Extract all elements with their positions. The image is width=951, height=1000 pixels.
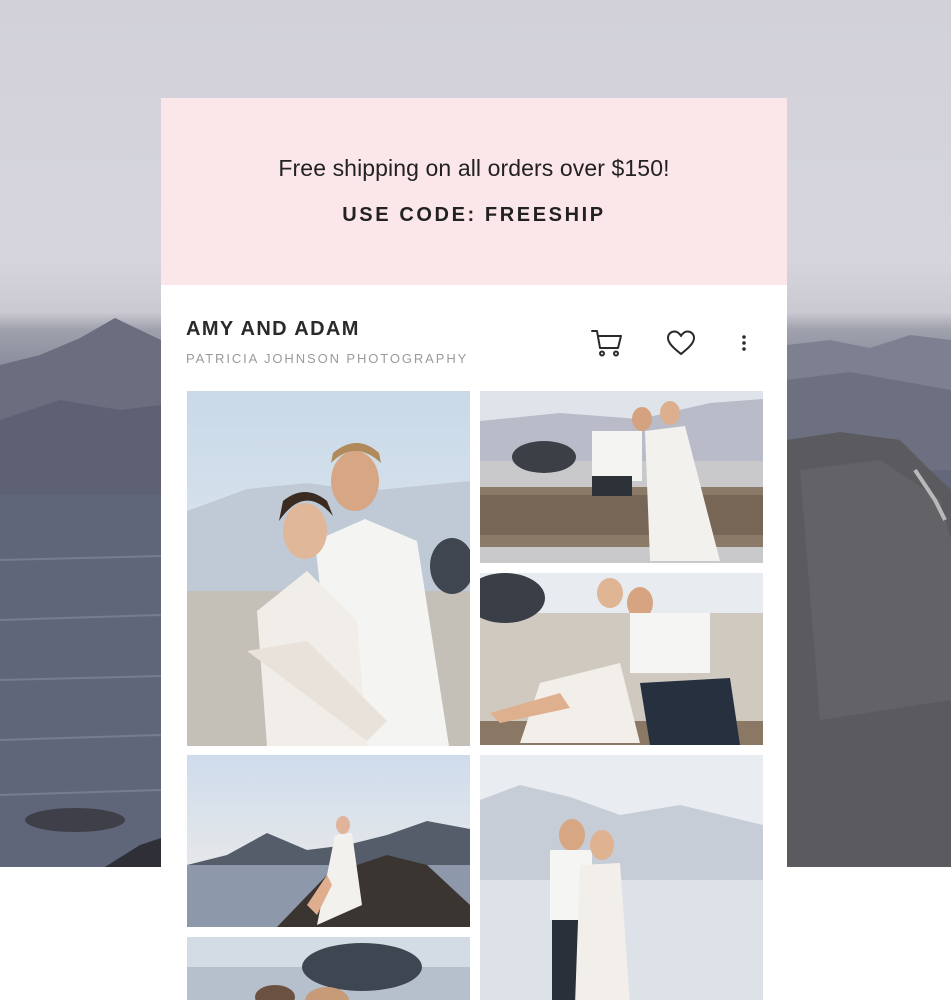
photo-couple-embrace[interactable] [187,391,470,746]
heart-icon [667,330,695,355]
photo-rock-partial[interactable] [187,937,470,1000]
photo-couple-standing[interactable] [480,755,763,1000]
gallery-header: AMY AND ADAM PATRICIA JOHNSON PHOTOGRAPH… [161,285,787,390]
photo-couple-on-log[interactable] [480,391,763,563]
gallery-card: Free shipping on all orders over $150! U… [161,98,787,1000]
cart-icon [591,330,622,357]
more-options-button[interactable] [734,327,754,359]
promo-banner: Free shipping on all orders over $150! U… [161,98,787,285]
favorite-button[interactable] [664,327,698,359]
photo-bride-on-rock[interactable] [187,755,470,927]
photographer-name: PATRICIA JOHNSON PHOTOGRAPHY [186,351,469,366]
cart-button[interactable] [589,327,625,359]
promo-message: Free shipping on all orders over $150! [278,154,670,181]
gallery-title: AMY AND ADAM [186,318,360,340]
promo-code: USE CODE: FREESHIP [342,203,606,226]
more-vertical-icon [742,335,746,351]
photo-couple-sitting[interactable] [480,573,763,745]
